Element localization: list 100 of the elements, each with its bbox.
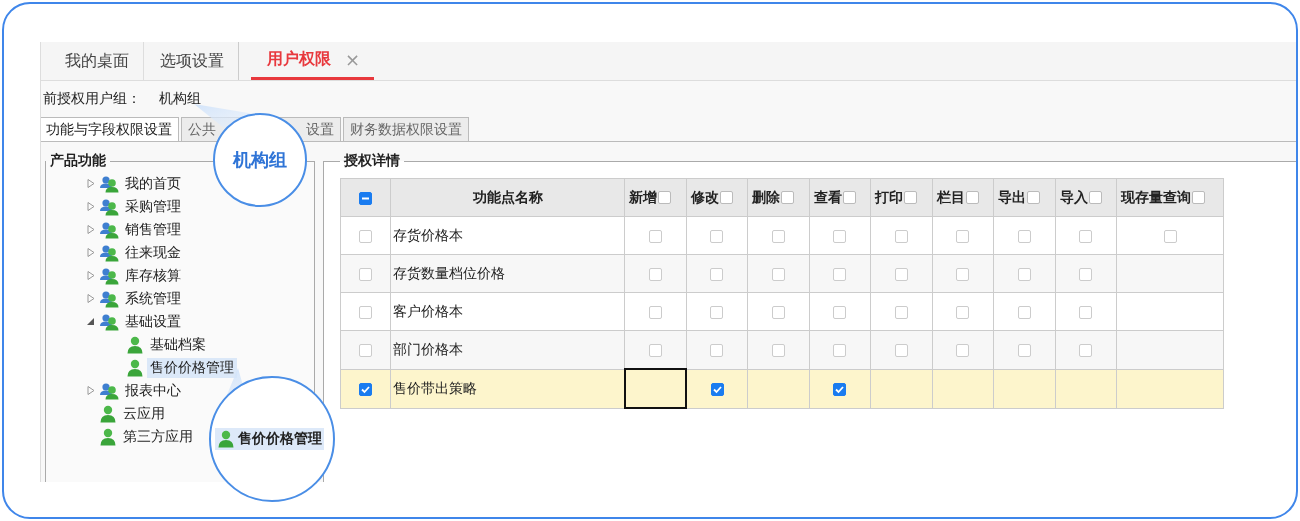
panel-title: 授权详情 [343, 152, 401, 170]
expand-arrow-icon[interactable] [87, 386, 95, 395]
column-checkbox[interactable] [842, 191, 856, 204]
column-checkbox[interactable] [1192, 191, 1205, 204]
checkbox[interactable] [1079, 268, 1093, 281]
expand-arrow-icon[interactable] [87, 179, 95, 188]
checkbox[interactable] [894, 344, 908, 358]
users-icon [99, 289, 119, 308]
tree-item[interactable]: 销售管理 [122, 219, 184, 240]
checkbox[interactable] [710, 230, 724, 243]
tree-item[interactable]: 云应用 [120, 403, 168, 424]
table-row[interactable]: 部门价格本 [340, 330, 1224, 369]
user-group-name: 机构组 [159, 90, 201, 108]
checkbox[interactable] [771, 268, 785, 281]
row-checkbox[interactable] [359, 344, 372, 358]
checkbox[interactable] [833, 268, 847, 281]
table-cell: 部门价格本 [390, 330, 625, 369]
checkbox[interactable] [1017, 344, 1031, 358]
column-checkbox[interactable] [719, 191, 733, 204]
user-icon [217, 430, 235, 448]
users-icon [99, 381, 119, 400]
tab[interactable]: 我的桌面 [49, 42, 144, 80]
checkbox[interactable] [771, 306, 785, 319]
checkbox[interactable] [833, 383, 847, 396]
tree-item[interactable]: 第三方应用 [120, 426, 196, 447]
table-row[interactable]: 存货价格本 [340, 216, 1224, 255]
tree-item[interactable]: 往来现金 [122, 242, 184, 263]
table-cell: 存货数量档位价格 [390, 254, 625, 293]
tree-item[interactable]: 采购管理 [122, 196, 184, 217]
expand-arrow-icon[interactable] [87, 225, 95, 234]
table-row[interactable]: 存货数量档位价格 [340, 254, 1224, 293]
checkbox[interactable] [894, 306, 908, 319]
expand-arrow-icon[interactable] [87, 202, 95, 211]
checkbox[interactable] [648, 306, 662, 319]
checkbox[interactable] [710, 306, 724, 319]
row-checkbox[interactable] [359, 383, 372, 396]
column-checkbox[interactable] [658, 191, 671, 204]
column-checkbox[interactable] [1088, 191, 1102, 204]
expand-arrow-icon[interactable] [87, 271, 95, 280]
table-row[interactable]: 售价带出策略 [340, 369, 1224, 408]
checkbox[interactable] [833, 344, 847, 358]
column-checkbox[interactable] [965, 191, 979, 204]
tab[interactable]: 财务数据权限设置 [343, 117, 469, 141]
checkbox[interactable] [648, 268, 662, 281]
checkbox[interactable] [648, 230, 662, 243]
header-cell: 新增 [624, 178, 686, 217]
collapse-arrow-icon[interactable] [87, 317, 95, 326]
header-cell: 导入 [1055, 178, 1117, 217]
checkbox[interactable] [648, 344, 662, 357]
column-checkbox[interactable] [1027, 191, 1040, 204]
user-icon [126, 358, 144, 377]
users-icon [99, 243, 119, 262]
header-cell: 导出 [993, 178, 1055, 217]
checkbox[interactable] [1163, 230, 1177, 243]
row-checkbox[interactable] [359, 306, 372, 319]
callout-text: 机构组 [233, 148, 287, 172]
checkbox[interactable] [1017, 306, 1031, 319]
select-all-checkbox[interactable] [359, 192, 372, 205]
checkbox[interactable] [771, 230, 785, 243]
tree-item[interactable]: 售价价格管理 [147, 357, 237, 378]
checkbox[interactable] [894, 268, 908, 281]
column-checkbox[interactable] [904, 191, 917, 204]
checkbox[interactable] [771, 344, 785, 358]
tree-item[interactable]: 报表中心 [122, 380, 184, 401]
tab[interactable]: 功能与字段权限设置 [41, 117, 179, 141]
checkbox[interactable] [710, 344, 724, 358]
table-row[interactable]: 客户价格本 [340, 292, 1224, 331]
checkbox[interactable] [1079, 344, 1093, 358]
header-cell: 现存量查询 [1116, 178, 1224, 217]
header-cell: 栏目 [932, 178, 994, 217]
checkbox[interactable] [1017, 268, 1031, 281]
header-cell: 功能点名称 [390, 178, 625, 217]
checkbox[interactable] [1079, 230, 1093, 243]
checkbox[interactable] [833, 306, 847, 319]
column-checkbox[interactable] [781, 191, 794, 204]
checkbox[interactable] [1079, 306, 1093, 319]
checkbox[interactable] [710, 268, 724, 281]
tree-item[interactable]: 我的首页 [122, 173, 184, 194]
row-checkbox[interactable] [359, 230, 372, 243]
tree-item[interactable]: 系统管理 [122, 288, 184, 309]
checkbox[interactable] [956, 344, 970, 358]
tab[interactable]: 选项设置 [144, 42, 239, 80]
checkbox[interactable] [956, 230, 970, 243]
checkbox[interactable] [956, 306, 970, 319]
tree-item[interactable]: 库存核算 [122, 265, 184, 286]
table-cell: 存货价格本 [390, 216, 625, 255]
checkbox[interactable] [833, 230, 847, 243]
tree-item[interactable]: 基础档案 [147, 334, 209, 355]
checkbox[interactable] [894, 230, 908, 243]
expand-arrow-icon[interactable] [87, 294, 95, 303]
checkbox[interactable] [710, 383, 724, 396]
expand-arrow-icon[interactable] [87, 248, 95, 257]
tree-item[interactable]: 基础设置 [122, 311, 184, 332]
tab[interactable]: 用户权限 × [251, 42, 375, 80]
row-checkbox[interactable] [359, 268, 372, 281]
checkbox[interactable] [1017, 230, 1031, 243]
checkbox[interactable] [956, 268, 970, 281]
callout-text: 售价价格管理 [238, 430, 322, 448]
focused-cell[interactable] [624, 369, 686, 408]
header-cell: 删除 [747, 178, 809, 217]
